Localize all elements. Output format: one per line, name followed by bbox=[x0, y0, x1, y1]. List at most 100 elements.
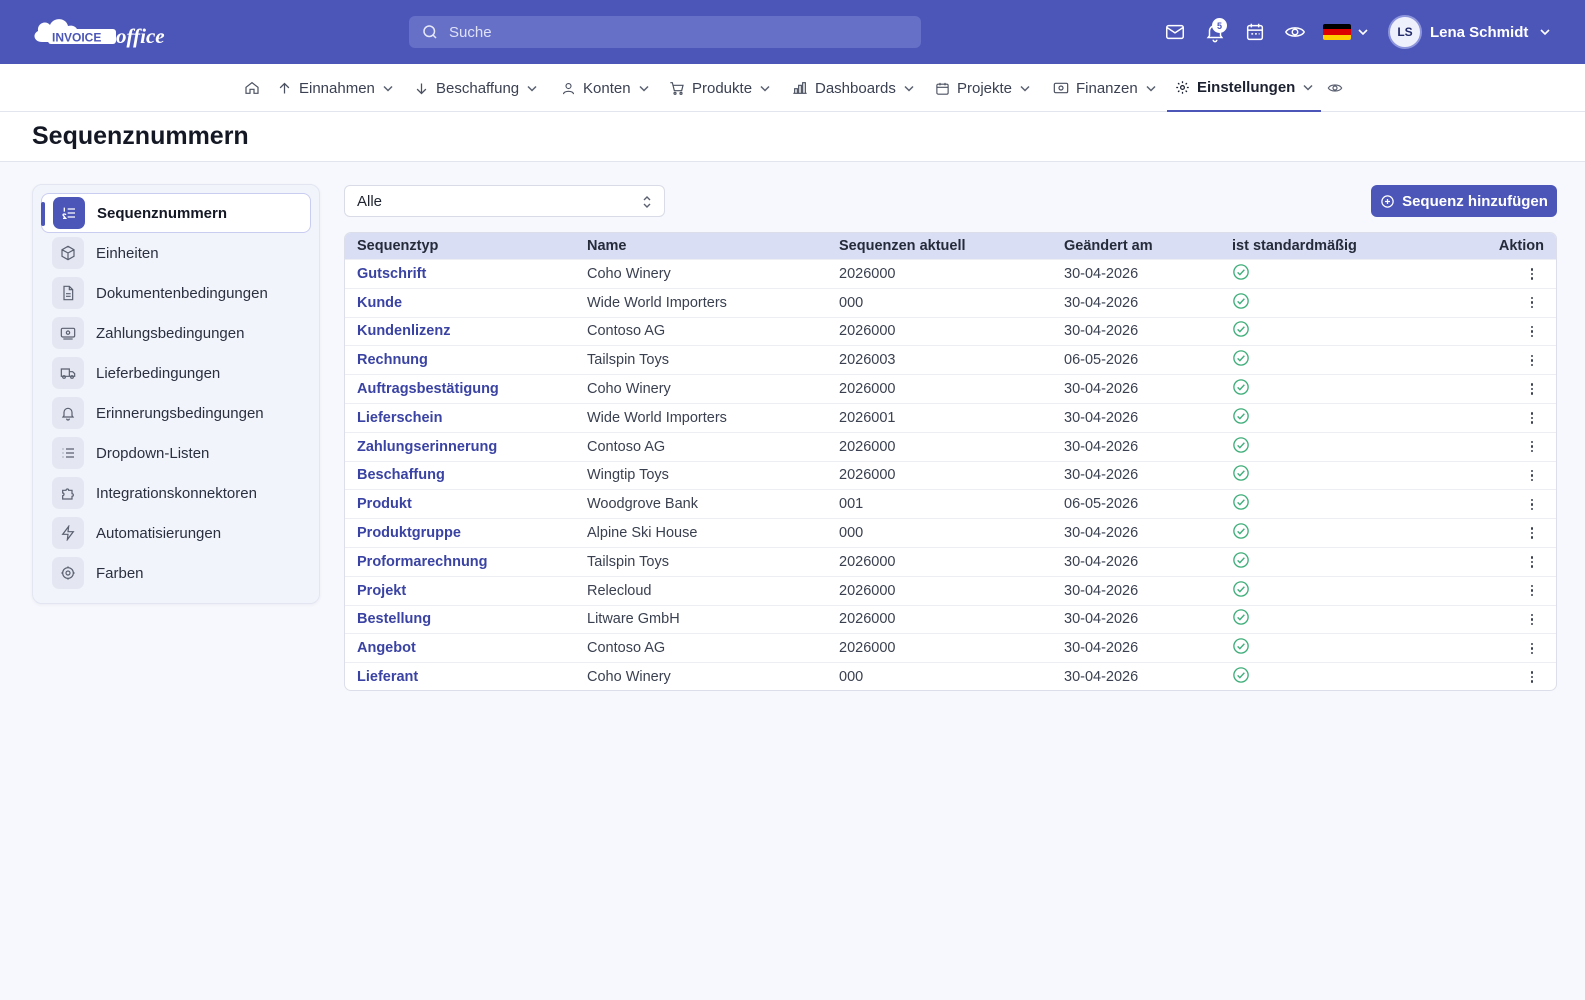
table-row[interactable]: Produktgruppe Alpine Ski House 000 30-04-20… bbox=[345, 518, 1556, 547]
table-row[interactable]: Lieferschein Wide World Importers 2026001 3… bbox=[345, 402, 1556, 432]
cell-sequence-type-link[interactable]: Angebot bbox=[345, 640, 587, 656]
sidebar-item-integrationskonnektoren[interactable]: Integrationskonnektoren bbox=[41, 473, 311, 513]
eye-icon[interactable] bbox=[1283, 20, 1307, 44]
check-circle-icon bbox=[1233, 494, 1249, 511]
more-options-icon[interactable] bbox=[1530, 268, 1534, 280]
more-options-icon[interactable] bbox=[1530, 642, 1534, 654]
more-options-icon[interactable] bbox=[1530, 527, 1534, 539]
table-row[interactable]: Bestellung Litware GmbH 2026000 30-04-2026 bbox=[345, 604, 1556, 634]
cell-sequence-type-link[interactable]: Auftragsbestätigung bbox=[345, 381, 587, 397]
nav-finanzen[interactable]: Finanzen bbox=[1053, 64, 1156, 112]
cell-action bbox=[1452, 354, 1556, 367]
table-row[interactable]: Kunde Wide World Importers 000 30-04-2026 bbox=[345, 287, 1556, 317]
cell-sequence-type-link[interactable]: Lieferant bbox=[345, 669, 587, 685]
table-row[interactable]: Beschaffung Wingtip Toys 2026000 30-04-2026 bbox=[345, 460, 1556, 490]
table-row[interactable]: Zahlungserinnerung Contoso AG 2026000 30-04… bbox=[345, 431, 1556, 461]
cell-name: Coho Winery bbox=[587, 265, 671, 282]
mail-icon[interactable] bbox=[1163, 20, 1187, 44]
calendar-icon[interactable] bbox=[1243, 20, 1267, 44]
more-options-icon[interactable] bbox=[1530, 325, 1534, 338]
invoice-office-logo[interactable]: INVOICE office bbox=[30, 12, 180, 52]
nav-einstellungen[interactable]: Einstellungen bbox=[1167, 64, 1322, 112]
more-options-icon[interactable] bbox=[1530, 440, 1534, 453]
cell-sequence-type-link[interactable]: Lieferschein bbox=[345, 410, 587, 426]
cell-default bbox=[1232, 637, 1452, 659]
table-row[interactable]: Produkt Woodgrove Bank 001 06-05-2026 bbox=[345, 489, 1556, 518]
eye-icon bbox=[1327, 84, 1343, 92]
add-sequence-button[interactable]: Sequenz hinzufügen bbox=[1371, 185, 1557, 217]
nav-dashboards[interactable]: Dashboards bbox=[792, 64, 914, 112]
nav-view-toggle[interactable] bbox=[1327, 64, 1343, 112]
sidebar-item-label: Erinnerungsbedingungen bbox=[96, 404, 264, 422]
cell-sequence-type-link[interactable]: Rechnung bbox=[345, 352, 587, 368]
sequence-type-filter[interactable]: Alle bbox=[344, 185, 665, 217]
nav-beschaffung[interactable]: Beschaffung bbox=[414, 64, 537, 112]
sidebar-item-sequenznummern[interactable]: Sequenznummern bbox=[41, 193, 311, 233]
column-header-default[interactable]: ist standardmäßig bbox=[1232, 238, 1452, 254]
cell-sequence-type-link[interactable]: Zahlungserinnerung bbox=[345, 439, 587, 455]
sidebar-item-farben[interactable]: Farben bbox=[41, 553, 311, 593]
column-header-changed[interactable]: Geändert am bbox=[1064, 238, 1232, 254]
cell-sequence-type-link[interactable]: Kunde bbox=[345, 295, 587, 311]
sidebar-item-erinnerungsbedingungen[interactable]: Erinnerungsbedingungen bbox=[41, 393, 311, 433]
search-input[interactable] bbox=[449, 23, 889, 41]
cell-action bbox=[1452, 498, 1556, 511]
table-row[interactable]: Proformarechnung Tailspin Toys 2026000 30-0… bbox=[345, 546, 1556, 576]
column-header-sequenztyp[interactable]: Sequenztyp bbox=[345, 238, 587, 254]
cell-name: Tailspin Toys bbox=[587, 352, 669, 369]
nav-konten[interactable]: Konten bbox=[561, 64, 649, 112]
german-flag-icon[interactable] bbox=[1323, 24, 1351, 40]
more-options-icon[interactable] bbox=[1530, 412, 1534, 424]
cell-name: Contoso AG bbox=[587, 438, 666, 455]
sidebar-item-automatisierungen[interactable]: Automatisierungen bbox=[41, 513, 311, 553]
nav-home[interactable] bbox=[244, 64, 260, 112]
more-options-icon[interactable] bbox=[1530, 469, 1534, 482]
cell-sequence-type-link[interactable]: Produkt bbox=[345, 496, 587, 512]
more-options-icon[interactable] bbox=[1530, 498, 1534, 511]
table-row[interactable]: Auftragsbestätigung Coho Winery 2026000 30-… bbox=[345, 374, 1556, 403]
column-header-current[interactable]: Sequenzen aktuell bbox=[839, 238, 1064, 254]
table-row[interactable]: Kundenlizenz Contoso AG 2026000 30-04-2026 bbox=[345, 316, 1556, 346]
nav-einnahmen[interactable]: Einnahmen bbox=[277, 64, 393, 112]
table-row[interactable]: Rechnung Tailspin Toys 2026003 06-05-2026 bbox=[345, 345, 1556, 374]
search-box[interactable] bbox=[409, 16, 921, 48]
more-options-icon[interactable] bbox=[1530, 296, 1534, 309]
nav-produkte[interactable]: Produkte bbox=[669, 64, 770, 112]
cell-sequence-type-link[interactable]: Gutschrift bbox=[345, 266, 587, 282]
table-row[interactable]: Gutschrift Coho Winery 2026000 30-04-2026 bbox=[345, 259, 1556, 288]
chevron-down-icon[interactable] bbox=[1358, 28, 1368, 36]
cell-name: Wide World Importers bbox=[587, 409, 727, 426]
sidebar-item-label: Lieferbedingungen bbox=[96, 364, 221, 382]
more-options-icon[interactable] bbox=[1530, 584, 1534, 597]
cell-current-sequence: 000 bbox=[839, 294, 864, 311]
sidebar-item-lieferbedingungen[interactable]: Lieferbedingungen bbox=[41, 353, 311, 393]
sidebar-item-einheiten[interactable]: Einheiten bbox=[41, 233, 311, 273]
chevron-down-icon bbox=[760, 85, 770, 92]
sidebar-item-zahlungsbedingungen[interactable]: Zahlungsbedingungen bbox=[41, 313, 311, 353]
more-options-icon[interactable] bbox=[1530, 383, 1534, 395]
sidebar-item-label: Farben bbox=[96, 564, 144, 582]
cell-sequence-type-link[interactable]: Beschaffung bbox=[345, 467, 587, 483]
sidebar-item-dropdown-listen[interactable]: Dropdown-Listen bbox=[41, 433, 311, 473]
sidebar-item-dokumentenbedingungen[interactable]: Dokumentenbedingungen bbox=[41, 273, 311, 313]
cell-sequence-type-link[interactable]: Kundenlizenz bbox=[345, 323, 587, 339]
column-header-name[interactable]: Name bbox=[587, 238, 839, 254]
table-row[interactable]: Projekt Relecloud 2026000 30-04-2026 bbox=[345, 575, 1556, 605]
nav-projekte[interactable]: Projekte bbox=[935, 64, 1030, 112]
active-marker bbox=[41, 202, 45, 226]
cell-sequence-type-link[interactable]: Bestellung bbox=[345, 611, 587, 627]
cell-sequence-type-link[interactable]: Proformarechnung bbox=[345, 554, 587, 570]
more-options-icon[interactable] bbox=[1530, 671, 1534, 683]
check-circle-icon bbox=[1233, 436, 1249, 453]
cell-default bbox=[1232, 522, 1452, 544]
more-options-icon[interactable] bbox=[1530, 354, 1534, 367]
more-options-icon[interactable] bbox=[1530, 613, 1534, 626]
user-menu[interactable]: LS Lena Schmidt bbox=[1388, 14, 1550, 50]
cell-default bbox=[1232, 292, 1452, 314]
more-options-icon[interactable] bbox=[1530, 556, 1534, 568]
table-row[interactable]: Angebot Contoso AG 2026000 30-04-2026 bbox=[345, 633, 1556, 662]
cell-sequence-type-link[interactable]: Projekt bbox=[345, 583, 587, 599]
table-row[interactable]: Lieferant Coho Winery 000 30-04-2026 bbox=[345, 662, 1556, 690]
cell-sequence-type-link[interactable]: Produktgruppe bbox=[345, 525, 587, 541]
lightning-icon bbox=[52, 517, 84, 549]
